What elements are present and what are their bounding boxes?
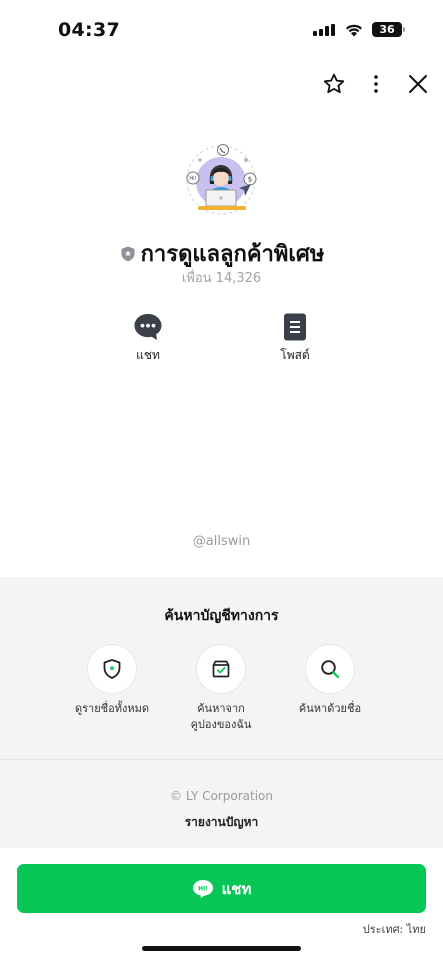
post-action-button[interactable]: โพสต์ xyxy=(265,312,325,365)
country-label: ประเทศ: ไทย xyxy=(362,923,426,936)
chat-button[interactable]: HI! แชท xyxy=(17,864,426,913)
wifi-icon xyxy=(346,24,362,37)
friend-count: เพื่อน 14,326 xyxy=(181,271,262,286)
view-all-label: ดูรายชื่อทั้งหมด xyxy=(74,702,149,715)
coupon-box-icon xyxy=(196,644,246,694)
account-name: การดูแลลูกค้าพิเศษ xyxy=(140,242,325,267)
post-action-label: โพสต์ xyxy=(280,348,310,362)
status-time: 04:37 xyxy=(58,19,120,41)
section-divider xyxy=(0,759,443,760)
quick-actions: แชท โพสต์ xyxy=(0,312,443,372)
account-name-row: การดูแลลูกค้าพิเศษ xyxy=(0,236,443,271)
post-document-icon xyxy=(284,313,306,341)
chat-button-label: แชท xyxy=(221,879,252,898)
official-accounts-section: ค้นหาบัญชีทางการ ดูรายชื่อทั้งหมด ค้นหาจ… xyxy=(0,577,443,848)
svg-text:$: $ xyxy=(248,176,252,184)
search-by-coupon-label: ค้นหาจากคูปองของฉัน xyxy=(175,701,267,733)
shield-list-icon xyxy=(87,644,137,694)
top-action-bar xyxy=(0,70,443,100)
chat-action-label: แชท xyxy=(136,348,160,362)
close-icon[interactable] xyxy=(404,70,432,98)
search-by-coupon-button[interactable]: ค้นหาจากคูปองของฉัน xyxy=(175,644,267,733)
copyright-text: © LY Corporation xyxy=(170,789,273,803)
svg-text:HI!: HI! xyxy=(198,885,208,892)
chat-bubble-icon xyxy=(134,314,162,340)
line-chat-bubble-icon: HI! xyxy=(192,879,213,898)
verified-shield-icon xyxy=(121,246,135,261)
cellular-signal-icon xyxy=(313,24,337,36)
status-bar: 04:37 36 xyxy=(0,0,443,56)
view-all-accounts-button[interactable]: ดูรายชื่อทั้งหมด xyxy=(66,644,158,717)
search-by-name-label: ค้นหาด้วยชื่อ xyxy=(298,702,362,715)
coupon-label-line-1: ค้นหาจาก xyxy=(197,702,245,715)
home-indicator xyxy=(142,946,301,951)
chat-action-button[interactable]: แชท xyxy=(118,312,178,365)
account-handle: @allswin xyxy=(192,534,251,549)
search-icon xyxy=(305,644,355,694)
coupon-label-line-2: คูปองของฉัน xyxy=(190,718,252,731)
battery-icon: 36 xyxy=(372,22,402,37)
customer-support-avatar: Hi! $ xyxy=(186,144,257,215)
star-icon[interactable] xyxy=(320,70,348,98)
report-problem-link[interactable]: รายงานปัญหา xyxy=(0,813,443,832)
more-vertical-icon[interactable] xyxy=(362,70,390,98)
svg-text:Hi!: Hi! xyxy=(189,176,196,182)
battery-nub xyxy=(403,27,405,32)
search-by-name-button[interactable]: ค้นหาด้วยชื่อ xyxy=(284,644,376,717)
official-section-title: ค้นหาบัญชีทางการ xyxy=(164,608,279,624)
